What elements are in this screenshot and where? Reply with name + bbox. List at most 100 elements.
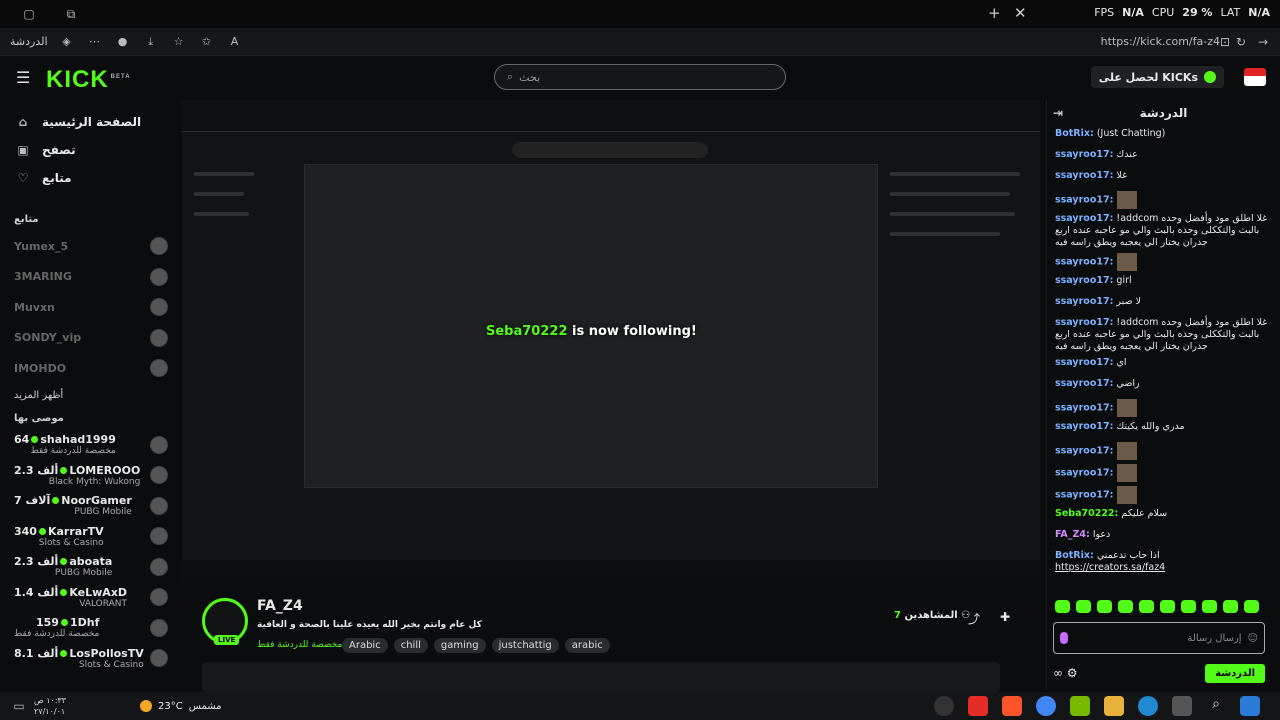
chat-user[interactable]: ssayroo17: xyxy=(1055,357,1113,368)
url-field[interactable]: https://kick.com/fa-z4 xyxy=(1101,35,1220,48)
get-kicks-button[interactable]: لحصل على KICKs xyxy=(1090,66,1224,88)
recommended-item[interactable]: 2.3 ألف aboata PUBG Mobile xyxy=(0,552,182,583)
weather-widget[interactable]: 23°C مشمس xyxy=(140,700,222,712)
chat-user[interactable]: FA_Z4: xyxy=(1055,529,1090,540)
close-tab-button[interactable]: ✕ xyxy=(1014,4,1027,22)
brave-app-icon[interactable] xyxy=(1002,696,1022,716)
microphone-icon[interactable] xyxy=(1060,632,1068,644)
forward-icon[interactable]: → xyxy=(1254,33,1272,51)
following-item[interactable]: Yumex_5 xyxy=(0,231,182,262)
following-item[interactable]: Muvxn xyxy=(0,292,182,323)
refresh-icon[interactable]: ↻ xyxy=(1232,33,1250,51)
nvidia-app-icon[interactable] xyxy=(1070,696,1090,716)
read-aloud-icon[interactable]: A xyxy=(226,33,244,51)
collapse-chat-icon[interactable]: ⇥ xyxy=(1053,106,1063,120)
channel-name[interactable]: FA_Z4 xyxy=(257,598,303,614)
recommended-item[interactable]: 340 KarrarTV Slots & Casino xyxy=(0,521,182,552)
chat-user[interactable]: ssayroo17: xyxy=(1055,195,1113,206)
recommended-item[interactable]: 7 آلاف NoorGamer PUBG Mobile xyxy=(0,491,182,522)
chat-user[interactable]: ssayroo17: xyxy=(1055,403,1113,414)
file-explorer-icon[interactable] xyxy=(1104,696,1124,716)
chrome-app-icon[interactable] xyxy=(1036,696,1056,716)
tag[interactable]: Arabic xyxy=(342,638,388,653)
chat-message: ssayroo17: !addcom غلا اطلق مود وأفضل وح… xyxy=(1055,315,1272,355)
emoji-icon[interactable]: ☺ xyxy=(1248,633,1258,644)
tag[interactable]: gaming xyxy=(433,638,486,653)
taskbar-clock[interactable]: ١٠:٣٣ ص ٢٧/١٠/٠١ xyxy=(34,695,66,717)
store-app-icon[interactable] xyxy=(1172,696,1192,716)
video-player[interactable]: Seba70222 is now following! xyxy=(182,100,1040,582)
chat-user[interactable]: Seba70222: xyxy=(1055,508,1118,519)
channel-avatar[interactable]: LIVE xyxy=(202,598,248,645)
recommended-item[interactable]: 159 1Dhf مخصصة للدردشة فقط xyxy=(0,613,182,644)
taskbar-apps: ⌕ xyxy=(934,696,1260,716)
emote-icon[interactable] xyxy=(1181,600,1196,613)
show-more-link[interactable]: أظهر المزيد xyxy=(0,384,182,407)
send-chat-button[interactable]: الدردشة xyxy=(1205,663,1265,683)
chat-user[interactable]: ssayroo17: xyxy=(1055,468,1113,479)
sidebar-toggle-icon[interactable]: ▢ xyxy=(20,5,38,23)
recommended-item[interactable]: 1.4 ألف KeLwAxD VALORANT xyxy=(0,582,182,613)
kick-logo[interactable]: KICK BETA xyxy=(46,66,131,94)
emote-icon[interactable] xyxy=(1139,600,1154,613)
chat-input[interactable]: إرسال رسالة ☺ xyxy=(1053,622,1265,654)
chat-user[interactable]: BotRix: xyxy=(1055,550,1094,561)
chat-user[interactable]: ssayroo17: xyxy=(1055,296,1113,307)
chat-user[interactable]: BotRix: xyxy=(1055,128,1094,139)
edge-app-icon[interactable] xyxy=(1138,696,1158,716)
chat-message: BotRix: اذا حاب تدعمني https://creators.… xyxy=(1055,548,1272,576)
follow-user-icon[interactable]: ✚ xyxy=(1000,610,1010,624)
start-menu-icon[interactable] xyxy=(1240,696,1260,716)
following-item[interactable]: 3MARING xyxy=(0,262,182,293)
recommended-item[interactable]: 2.3 ألف LOMEROOO Black Myth: Wukong xyxy=(0,460,182,491)
recommended-item[interactable]: 64 shahad1999 مخصصة للدردشة فقط xyxy=(0,430,182,461)
more-icon[interactable]: ⋯ xyxy=(86,33,104,51)
download-icon[interactable]: ⤓ xyxy=(142,33,160,51)
copilot-icon[interactable]: ◈ xyxy=(58,33,76,51)
following-item[interactable]: IMOHDO xyxy=(0,353,182,384)
chat-link[interactable]: https://creators.sa/faz4 xyxy=(1055,562,1165,573)
emote-icon[interactable] xyxy=(1118,600,1133,613)
chat-user[interactable]: ssayroo17: xyxy=(1055,378,1113,389)
chat-tab-label[interactable]: الدردشة xyxy=(10,35,48,48)
chat-settings-icon[interactable]: ∞ ⚙ xyxy=(1053,666,1078,680)
tag[interactable]: arabic xyxy=(564,638,610,653)
youtube-app-icon[interactable] xyxy=(968,696,988,716)
add-favorite-icon[interactable]: ✩ xyxy=(198,33,216,51)
emote-icon[interactable] xyxy=(1097,600,1112,613)
new-tab-button[interactable]: + xyxy=(988,4,1001,22)
settings-app-icon[interactable] xyxy=(934,696,954,716)
notification-icon[interactable]: ▭ xyxy=(10,697,28,715)
emote-icon[interactable] xyxy=(1076,600,1091,613)
chat-user[interactable]: ssayroo17: xyxy=(1055,490,1113,501)
nav-following[interactable]: ♡ متابع xyxy=(14,164,168,192)
emote-icon[interactable] xyxy=(1202,600,1217,613)
chat-user[interactable]: ssayroo17: xyxy=(1055,213,1113,224)
profile-icon[interactable]: ● xyxy=(114,33,132,51)
chat-user[interactable]: ssayroo17: xyxy=(1055,317,1113,328)
emote-icon[interactable] xyxy=(1244,600,1259,613)
chat-user[interactable]: ssayroo17: xyxy=(1055,275,1113,286)
menu-icon[interactable]: ☰ xyxy=(16,68,30,87)
tag[interactable]: justchattig xyxy=(491,638,559,653)
share-icon[interactable]: ⤴ xyxy=(968,610,980,627)
chat-user[interactable]: ssayroo17: xyxy=(1055,149,1113,160)
emote-icon[interactable] xyxy=(1223,600,1238,613)
following-item[interactable]: SONDY_vip xyxy=(0,323,182,354)
tab-actions-icon[interactable]: ⧉ xyxy=(62,5,80,23)
chat-user[interactable]: ssayroo17: xyxy=(1055,170,1113,181)
chat-user[interactable]: ssayroo17: xyxy=(1055,446,1113,457)
tag[interactable]: chill xyxy=(393,638,428,653)
emote-icon[interactable] xyxy=(1055,600,1070,613)
nav-browse[interactable]: ▣ تصفح xyxy=(14,136,168,164)
recommended-item[interactable]: 8.1 ألف LosPollosTV Slots & Casino xyxy=(0,643,182,674)
chat-user[interactable]: ssayroo17: xyxy=(1055,257,1113,268)
search-icon[interactable]: ⌕ xyxy=(1206,696,1226,716)
stream-category[interactable]: مخصصة للدردشة فقط xyxy=(257,640,342,650)
search-input[interactable]: ⌕ بحث xyxy=(494,64,786,90)
emote-icon[interactable] xyxy=(1160,600,1175,613)
user-avatar[interactable] xyxy=(1244,68,1266,86)
nav-home[interactable]: ⌂ الصفحة الرئيسية xyxy=(14,108,168,136)
chat-user[interactable]: ssayroo17: xyxy=(1055,421,1113,432)
favorites-icon[interactable]: ☆ xyxy=(170,33,188,51)
